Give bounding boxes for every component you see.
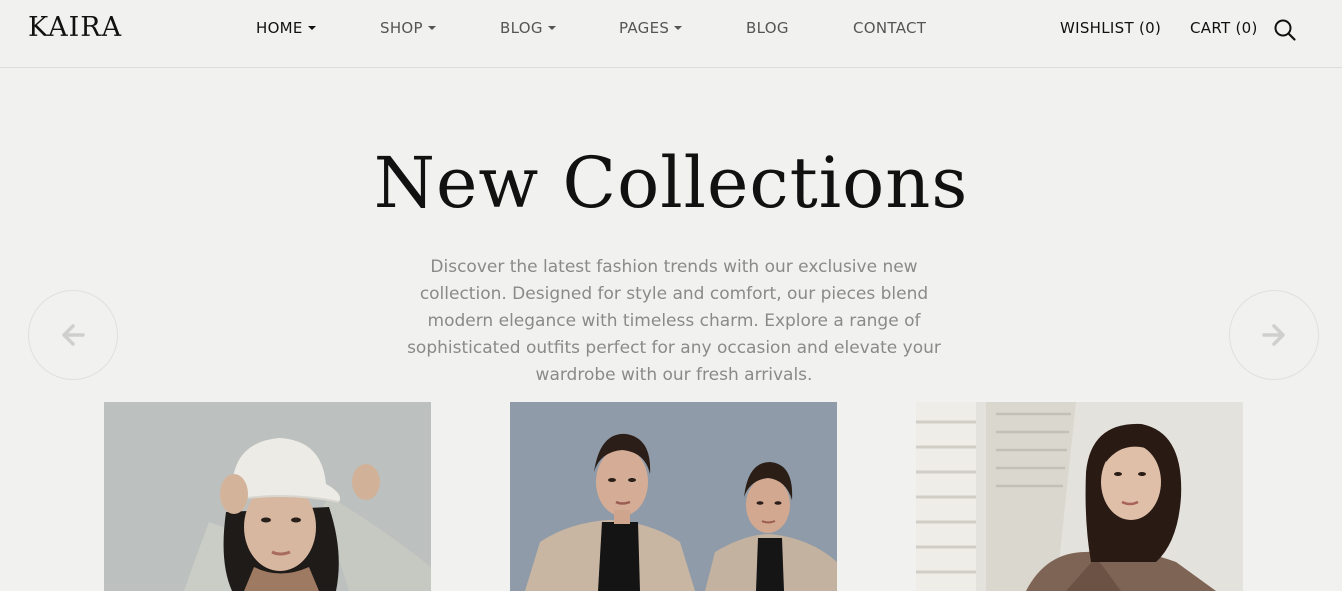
- hero-description: Discover the latest fashion trends with …: [407, 257, 941, 385]
- nav-item-label: BLOG: [500, 19, 543, 37]
- product-image: [104, 402, 431, 591]
- caret-down-icon: [427, 26, 436, 30]
- product-image: [510, 402, 837, 591]
- hero-title: New Collections: [373, 142, 969, 224]
- caret-down-icon: [547, 26, 556, 30]
- nav-item-label: HOME: [256, 19, 303, 37]
- product-image: [916, 402, 1243, 591]
- logo[interactable]: KAIRA: [28, 12, 122, 43]
- search-icon[interactable]: [1273, 18, 1297, 42]
- nav-item-shop[interactable]: SHOP: [380, 19, 436, 37]
- product-card[interactable]: [916, 402, 1243, 591]
- nav-item-pages[interactable]: PAGES: [619, 19, 683, 37]
- caret-down-icon: [674, 26, 683, 30]
- site-header: KAIRA HOME SHOP BLOG PAGES BLOG CONTACT …: [0, 0, 1342, 68]
- caret-down-icon: [307, 26, 316, 30]
- nav-item-blog[interactable]: BLOG: [746, 19, 789, 37]
- nav-item-label: PAGES: [619, 19, 670, 37]
- carousel-prev-button[interactable]: [28, 290, 118, 380]
- cart-link[interactable]: CART (0): [1190, 19, 1258, 37]
- arrow-right-icon: [1262, 324, 1285, 346]
- nav-item-label: SHOP: [380, 19, 423, 37]
- nav-item-label: BLOG: [746, 19, 789, 37]
- product-card[interactable]: [104, 402, 431, 591]
- wishlist-link[interactable]: WISHLIST (0): [1060, 19, 1161, 37]
- nav-item-home[interactable]: HOME: [256, 19, 316, 37]
- nav-item-contact[interactable]: CONTACT: [853, 19, 926, 37]
- arrow-left-icon: [62, 324, 85, 346]
- nav-item-label: CONTACT: [853, 19, 927, 37]
- product-card[interactable]: [510, 402, 837, 591]
- nav-item-blog-menu[interactable]: BLOG: [500, 19, 556, 37]
- carousel-next-button[interactable]: [1229, 290, 1319, 380]
